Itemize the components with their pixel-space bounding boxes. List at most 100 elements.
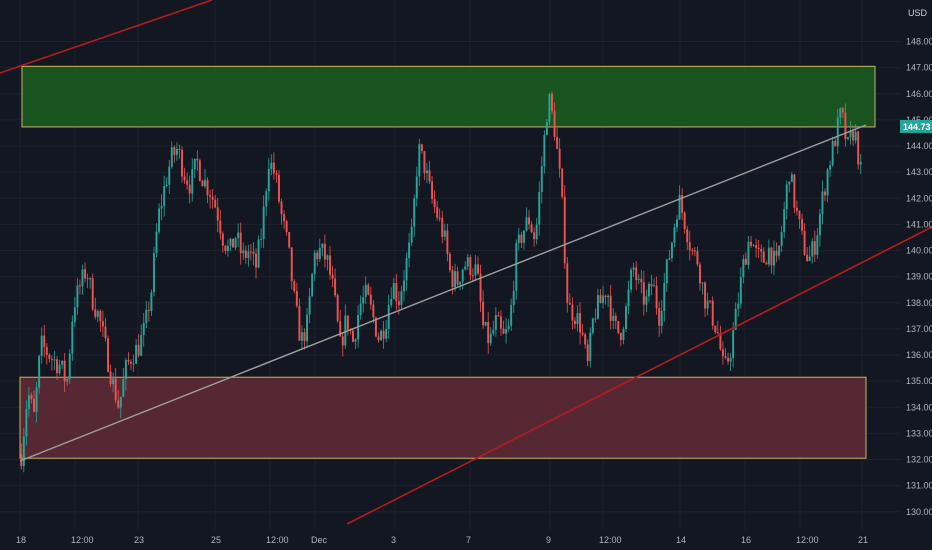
y-tick-label: 143.00 — [906, 167, 932, 177]
candle-body — [471, 275, 474, 277]
candle-body — [285, 221, 288, 233]
candle-body — [660, 311, 663, 326]
candle-body — [336, 295, 339, 322]
candle-body — [403, 280, 405, 292]
candle-body — [469, 257, 472, 276]
candle-body — [170, 147, 173, 167]
candle-body — [813, 241, 816, 255]
candle-body — [56, 359, 58, 374]
candle-body — [530, 224, 533, 233]
candle-body — [563, 196, 566, 264]
candle-body — [295, 290, 298, 306]
candle-body — [737, 303, 740, 309]
last-price-value: 144.73 — [903, 122, 931, 132]
candle-body — [278, 174, 280, 202]
candle-body — [142, 323, 145, 335]
x-tick-label: 12:00 — [599, 535, 622, 545]
candle-body — [137, 344, 140, 356]
candle-body — [86, 278, 89, 280]
demand-zone[interactable] — [19, 376, 867, 459]
y-tick-label: 136.00 — [906, 350, 932, 360]
candle-body — [653, 285, 656, 287]
candle-body — [798, 210, 801, 219]
candle-body — [448, 253, 451, 270]
candle-body — [81, 269, 84, 287]
y-tick-label: 131.00 — [906, 481, 932, 491]
candle-body — [84, 269, 87, 279]
candle-body — [834, 140, 837, 147]
candle-body — [390, 299, 393, 306]
candle-body — [410, 226, 413, 243]
candle-body — [160, 205, 163, 209]
candle-body — [711, 300, 714, 326]
candle-body — [201, 180, 204, 187]
candle-body — [418, 144, 421, 177]
price-chart[interactable]: USD 148.00147.00146.00145.00144.00143.00… — [0, 0, 932, 550]
candle-body — [438, 217, 441, 219]
candle-body — [464, 266, 467, 270]
candle-body — [548, 93, 551, 123]
candle-body — [431, 181, 434, 200]
candle-body — [283, 214, 286, 222]
candle-body — [433, 199, 436, 207]
candle-body — [576, 313, 579, 325]
candle-body — [58, 364, 61, 374]
candle-body — [99, 310, 102, 322]
candle-body — [140, 334, 143, 356]
candle-body — [709, 300, 712, 302]
candle-body — [507, 325, 510, 330]
candle-body — [676, 219, 678, 228]
candle-body — [298, 305, 301, 341]
candle-body — [795, 207, 798, 211]
candle-body — [380, 330, 383, 341]
candle-body — [642, 282, 645, 305]
candle-body — [244, 250, 247, 258]
y-tick-label: 135.00 — [906, 376, 932, 386]
supply-zone[interactable] — [21, 65, 876, 128]
candle-body — [637, 278, 640, 281]
candle-body — [38, 356, 41, 388]
candle-body — [839, 108, 842, 118]
candle-body — [204, 179, 206, 187]
candle-body — [505, 329, 508, 334]
candle-body — [186, 180, 189, 185]
candle-body — [528, 217, 530, 225]
candle-body — [647, 283, 650, 297]
candle-body — [602, 295, 604, 304]
y-tick-label: 146.00 — [906, 89, 932, 99]
candle-body — [428, 170, 431, 182]
candle-body — [63, 360, 66, 382]
candle-body — [739, 277, 742, 304]
candle-body — [755, 245, 758, 248]
candle-body — [538, 192, 541, 225]
candle-body — [323, 243, 326, 260]
candle-body — [436, 206, 439, 218]
candle-body — [533, 232, 536, 240]
candle-body — [329, 255, 331, 275]
candle-body — [852, 131, 855, 141]
candle-body — [35, 387, 38, 412]
candle-body — [625, 306, 627, 330]
candle-body — [33, 398, 36, 412]
candle-body — [515, 242, 518, 291]
candle-body — [127, 360, 130, 362]
x-tick-label: 21 — [858, 535, 868, 545]
candle-body — [331, 274, 334, 279]
candle-body — [321, 243, 324, 249]
candle-body — [461, 269, 464, 282]
candle-body — [423, 151, 426, 174]
candle-body — [477, 264, 479, 274]
candle-body — [40, 335, 43, 357]
candle-body — [635, 267, 638, 281]
candle-body — [482, 301, 485, 326]
candle-body — [645, 296, 648, 305]
candle-body — [175, 148, 178, 155]
candle-body — [744, 258, 747, 265]
candle-body — [591, 318, 594, 333]
candle-body — [89, 278, 92, 280]
candle-body — [191, 169, 194, 194]
candle-body — [558, 148, 561, 169]
candle-body — [446, 230, 449, 254]
candle-body — [50, 358, 53, 360]
candle-body — [773, 250, 775, 266]
